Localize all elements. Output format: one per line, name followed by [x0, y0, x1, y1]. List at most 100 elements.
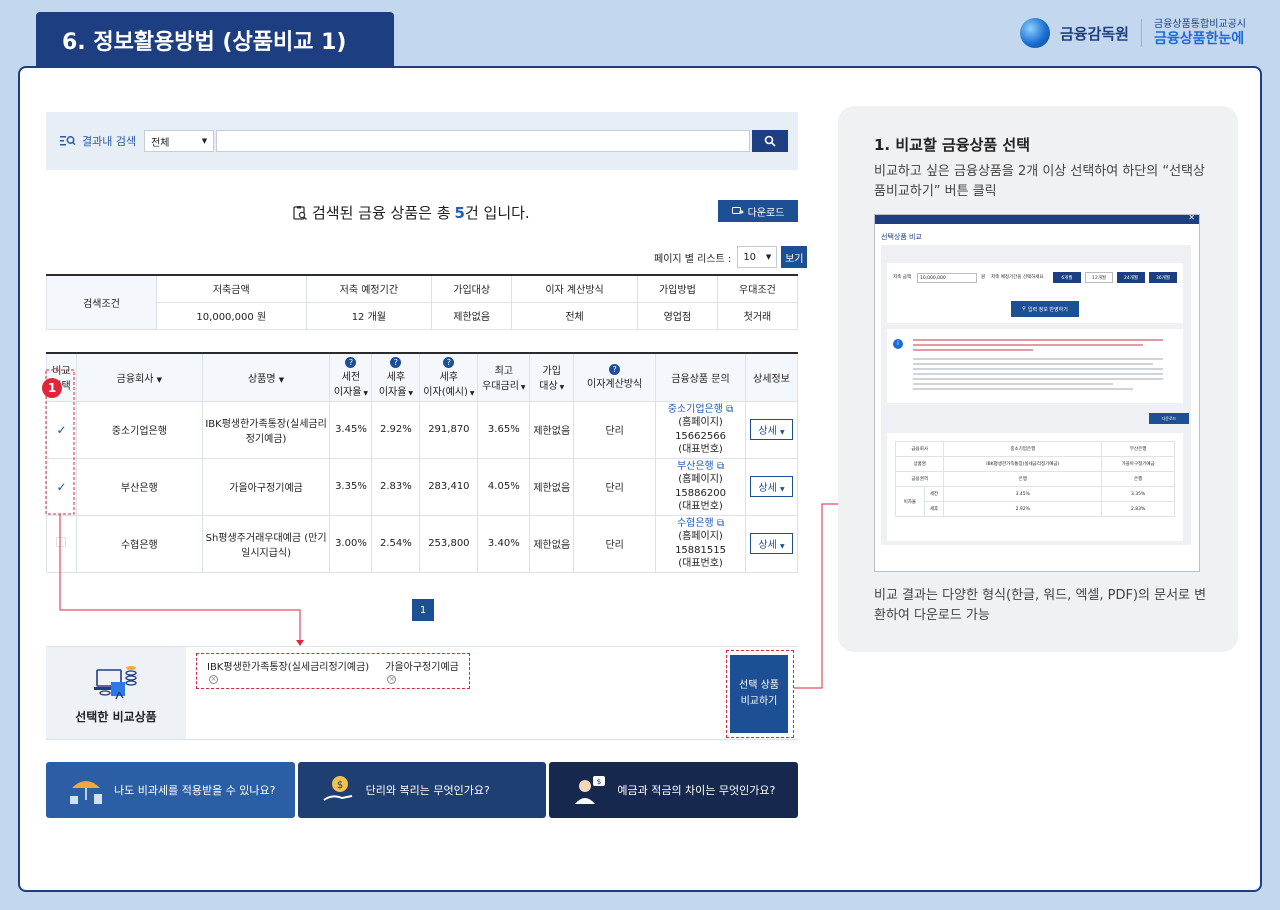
cell-company: 수협은행 [75, 514, 203, 573]
inq-home: (홈페이지) [678, 474, 723, 485]
brand-logo: 금융감독원 금융상품통합비교공시 금융상품한눈에 [1019, 18, 1246, 48]
popup-period-tab[interactable]: 24개월 [1117, 272, 1145, 283]
notice-line [913, 339, 1163, 341]
dropdown-arrow-icon: ▼ [779, 543, 785, 550]
dropdown-arrow-icon: ▼ [765, 253, 772, 261]
search-scope-select[interactable]: 전체 ▼ [144, 130, 215, 152]
bank-homepage-link[interactable]: 중소기업은행 ⧉ [668, 404, 734, 415]
cell-max-pref: 4.05% [477, 457, 531, 516]
download-label: 다운로드 [747, 207, 785, 219]
help-icon[interactable]: ? [609, 364, 621, 376]
row-checkbox[interactable]: ✓ [46, 400, 77, 459]
cell-product-name: 가을아구정기예금 [201, 457, 331, 516]
search-scope-value: 전체 [151, 137, 170, 149]
popup-period-label: 저축 예정기간을 선택하세요 [991, 275, 1044, 280]
cond-value: 영업점 [636, 301, 718, 330]
help-icon[interactable]: ? [390, 356, 402, 368]
popup-amount-input[interactable]: 10,000,000 [917, 273, 977, 283]
detail-button[interactable]: 상세 ▼ [750, 533, 793, 554]
bank-link-text: 중소기업은행 [667, 403, 723, 415]
cell-target: 제한없음 [529, 514, 575, 573]
bank-homepage-link[interactable]: 수협은행 ⧉ [677, 518, 724, 529]
guide-footer: 비교 결과는 다양한 형식(한글, 워드, 엑셀, PDF)의 문서로 변환하여… [874, 588, 1207, 623]
help-icon[interactable]: ? [443, 356, 455, 368]
cell-detail: 상세 ▼ [744, 457, 799, 516]
close-icon[interactable]: ✕ [1188, 215, 1195, 222]
popup-period-tab[interactable]: 12개월 [1085, 272, 1113, 283]
popup-download-button[interactable]: 다운로드 [1149, 413, 1189, 424]
result-prefix: 검색된 금융 상품은 총 [312, 204, 451, 222]
faq-card-interest[interactable]: $ 단리와 복리는 무엇인가요? [297, 762, 547, 818]
faq-card-tax-free[interactable]: 나도 비과세를 적용받을 수 있나요? [46, 762, 295, 818]
view-button[interactable]: 보기 [781, 246, 808, 268]
notice-line [913, 368, 1163, 370]
step-badge: 1 [42, 378, 62, 398]
cond-header: 저축금액 [156, 274, 307, 303]
selected-item: 가을아구정기예금 × [385, 658, 469, 684]
sort-arrow-icon: ▼ [361, 389, 369, 397]
popup-close-button[interactable]: 닫기 [1025, 571, 1065, 572]
cell-company: 부산은행 [75, 457, 203, 516]
inq-phone: 15881515 [675, 544, 726, 556]
col-post-tax[interactable]: ? 세후 이자율 ▼ [371, 352, 421, 402]
umbrella-coins-icon [70, 781, 102, 804]
cond-value: 전체 [511, 301, 638, 330]
popup-apply-button[interactable]: ⚲ 입력 정보 반영하기 [1011, 301, 1079, 317]
notice-line [913, 344, 1143, 346]
popup-period-tab[interactable]: 6개월 [1053, 272, 1081, 283]
conditions-row-label: 검색조건 [46, 274, 157, 330]
pop-cell: 금융회사 [894, 441, 945, 457]
product-table: 비교 선택 금융회사 ▼ 상품명 ▼ ?세전 이자율 ▼ ?세후 이자율 ▼ ?… [46, 352, 799, 573]
notice-line [913, 349, 1033, 351]
sort-arrow-icon: ▼ [557, 384, 565, 392]
detail-button[interactable]: 상세 ▼ [750, 419, 793, 440]
search-input[interactable] [216, 130, 751, 152]
side-guide-panel: 1. 비교할 금융상품 선택 비교하고 싶은 금융상품을 2개 이상 선택하여 … [838, 106, 1238, 652]
search-icon: ⚲ [1022, 306, 1026, 312]
bank-link-text: 부산은행 [676, 460, 714, 472]
faq-card-label: 나도 비과세를 적용받을 수 있나요? [114, 784, 276, 797]
pop-cell: 이자율 [895, 486, 925, 517]
notice-line [913, 383, 1113, 385]
faq-card-deposit-savings[interactable]: $ 예금과 적금의 차이는 무엇인가요? [549, 762, 799, 818]
col-calc: ? 이자계산방식 [573, 352, 657, 402]
pop-cell: 중소기업은행 [943, 441, 1103, 457]
compare-selected-button[interactable]: 선택 상품 비교하기 [730, 655, 788, 733]
remove-item-icon[interactable]: × [387, 675, 397, 684]
search-conditions-table: 검색조건 저축금액 저축 예정기간 가입대상 이자 계산방식 가입방법 우대조건… [46, 274, 799, 330]
detail-button[interactable]: 상세 ▼ [750, 476, 793, 497]
cond-value: 12 개월 [305, 301, 433, 330]
col-product-name[interactable]: 상품명 ▼ [201, 352, 331, 402]
cond-header: 가입방법 [636, 274, 718, 303]
row-checkbox[interactable]: ✓ [46, 457, 77, 516]
row-checkbox[interactable] [46, 514, 77, 573]
bank-homepage-link[interactable]: 부산은행 ⧉ [677, 461, 724, 472]
col-inquiry: 금융상품 문의 [655, 352, 746, 402]
download-button[interactable]: 다운로드 [718, 200, 798, 222]
search-button[interactable] [752, 130, 789, 152]
page-size-select[interactable]: 10 ▼ [737, 246, 778, 268]
col-max-pref[interactable]: 최고 우대금리 ▼ [477, 352, 531, 402]
result-suffix: 건 입니다. [464, 204, 530, 222]
notice-line [913, 373, 1163, 375]
col-post-interest[interactable]: ? 세후 이자(예시) ▼ [419, 352, 479, 402]
sort-arrow-icon: ▼ [467, 389, 475, 397]
remove-item-icon[interactable]: × [209, 675, 218, 684]
col-max-pref-label: 최고 우대금리 [482, 366, 519, 393]
faq-card-label: 예금과 적금의 차이는 무엇인가요? [617, 784, 776, 797]
col-company[interactable]: 금융회사 ▼ [75, 352, 203, 402]
popup-amount-section: 저축 금액 10,000,000 원 저축 예정기간을 선택하세요 6개월 12… [887, 263, 1183, 323]
page-button-current[interactable]: 1 [412, 599, 434, 621]
sort-arrow-icon: ▼ [406, 389, 413, 397]
cell-interest: 253,800 [419, 514, 479, 573]
col-pre-tax[interactable]: ? 세전 이자율 ▼ [329, 352, 373, 402]
cell-product-name: IBK평생한가족통장(실세금리정기예금) [201, 400, 331, 459]
help-icon[interactable]: ? [345, 356, 357, 368]
brand-main-name: 금융감독원 [1059, 24, 1129, 43]
faq-card-label: 단리와 복리는 무엇인가요? [365, 784, 490, 797]
popup-period-tab[interactable]: 36개월 [1149, 272, 1177, 283]
col-target[interactable]: 가입 대상 ▼ [529, 352, 575, 402]
result-count: 5 [454, 203, 465, 222]
cell-pre-tax: 3.35% [329, 457, 373, 516]
popup-titlebar: ✕ [875, 215, 1199, 224]
